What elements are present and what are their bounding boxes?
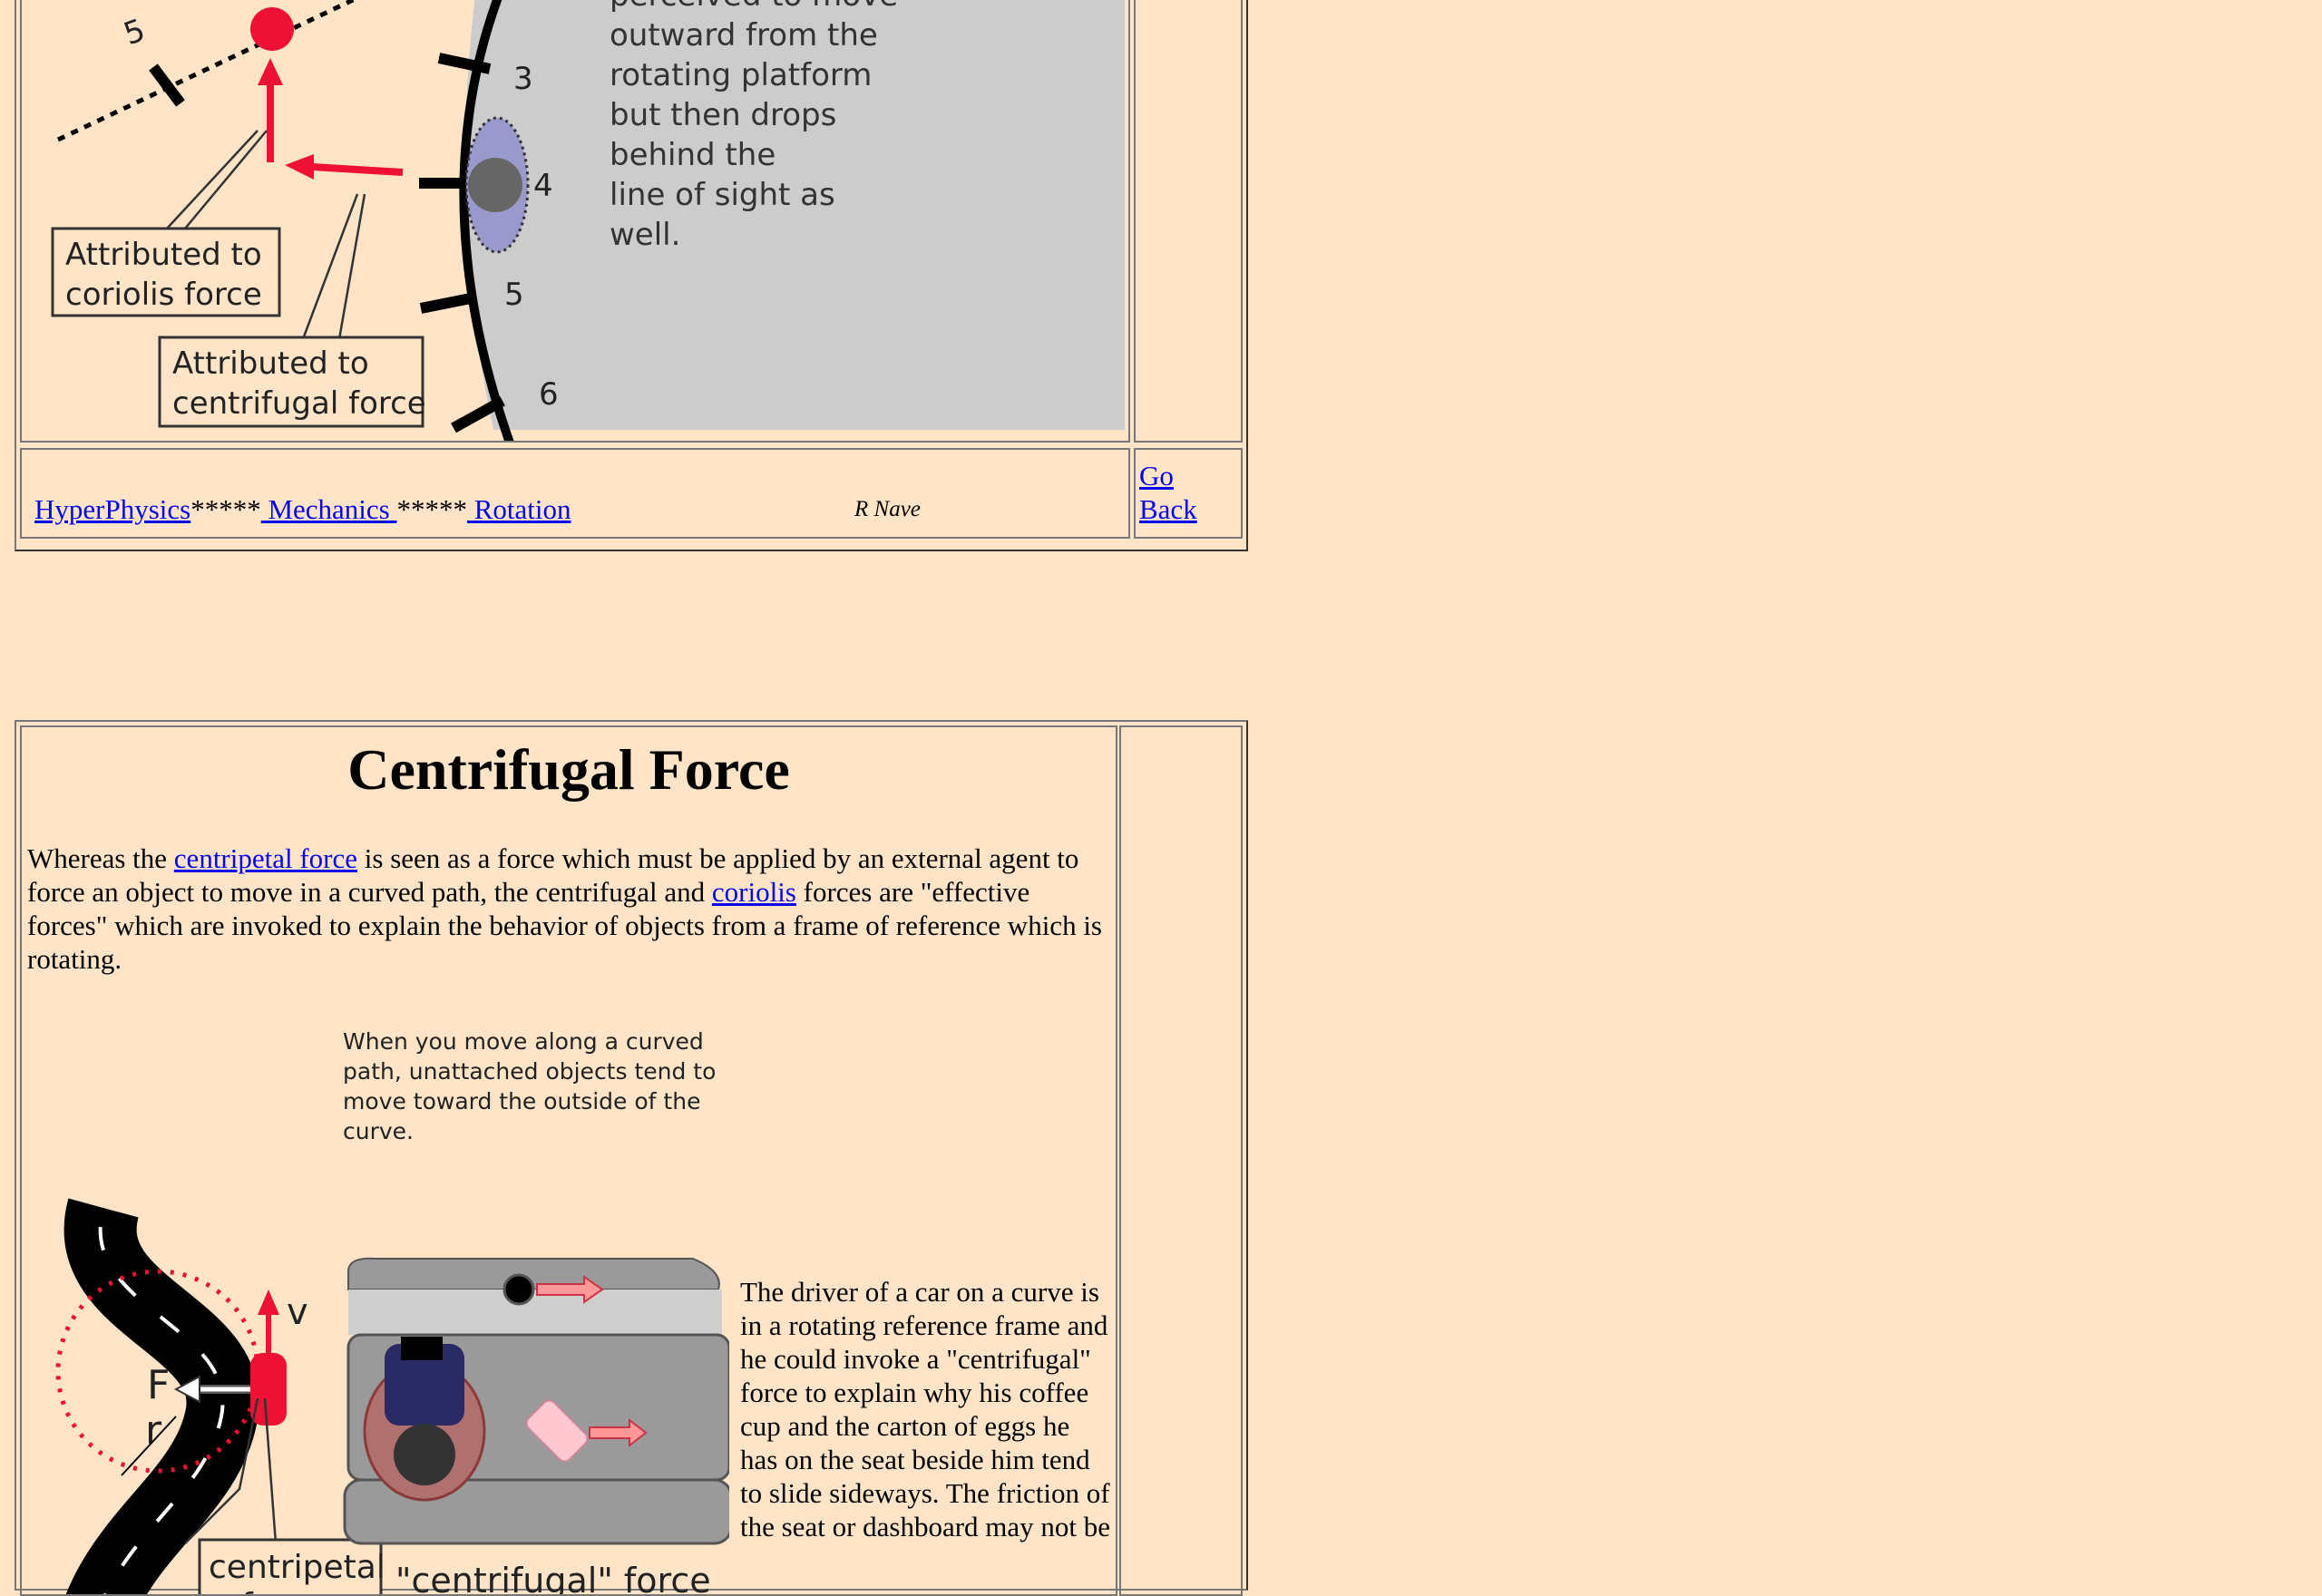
car-curve-figure: v F r centripetal force <box>55 1198 729 1596</box>
desc-line-3: rotating platform <box>610 57 872 93</box>
desc-line-6: line of sight as <box>610 177 835 213</box>
label-centrifugal: "centrifugal" force <box>395 1561 711 1596</box>
nav-separator-1: ***** <box>190 493 261 525</box>
link-centripetal-force[interactable]: centripetal force <box>174 842 357 874</box>
desc-line-5: behind the <box>610 137 776 173</box>
centrifugal-table: Centrifugal Force Whereas the centripeta… <box>15 720 1248 1596</box>
red-ball <box>250 7 294 51</box>
coriolis-figure-cell: 5 Attributed to coriolis force Attribute… <box>20 0 1130 443</box>
coriolis-label-line2: coriolis force <box>65 277 262 313</box>
desc-line-2: outward from the <box>610 17 878 54</box>
centrifugal-label-line1: Attributed to <box>172 345 369 382</box>
page-title: Centrifugal Force <box>347 737 790 802</box>
label-centripetal-2: force <box>241 1587 324 1596</box>
go-back-link[interactable]: Go Back <box>1139 459 1221 526</box>
desc-line-1: perceived to move <box>610 0 898 14</box>
top-table: 5 Attributed to coriolis force Attribute… <box>15 0 1248 551</box>
author-credit: R Nave <box>854 497 921 521</box>
intro-paragraph: Whereas the centripetal force is seen as… <box>27 842 1116 976</box>
label-F: F <box>147 1362 170 1408</box>
tick-5-left: 5 <box>119 12 150 53</box>
coriolis-label-line1: Attributed to <box>65 237 262 273</box>
tick-5: 5 <box>504 277 524 313</box>
label-v: v <box>287 1291 308 1333</box>
nav-cell: HyperPhysics***** Mechanics ***** Rotati… <box>20 448 1130 539</box>
breadcrumb: HyperPhysics***** Mechanics ***** Rotati… <box>34 493 571 526</box>
driver-paragraph: The driver of a car on a curve is in a r… <box>740 1276 1111 1542</box>
centrifugal-label-line2: centrifugal force <box>172 385 426 422</box>
link-mechanics[interactable]: Mechanics <box>261 493 397 525</box>
top-empty-cell <box>1134 0 1243 443</box>
link-hyperphysics[interactable]: HyperPhysics <box>34 493 190 525</box>
centrifugal-main-cell: Centrifugal Force Whereas the centripeta… <box>20 725 1117 1596</box>
intro-text-1: Whereas the <box>27 842 174 874</box>
label-centripetal-1: centripetal <box>209 1549 385 1586</box>
link-coriolis[interactable]: coriolis <box>712 876 796 908</box>
desc-line-4: but then drops <box>610 97 836 133</box>
coriolis-figure: 5 Attributed to coriolis force Attribute… <box>51 0 1125 441</box>
tick-3: 3 <box>513 61 533 97</box>
nav-separator-2: ***** <box>396 493 468 525</box>
go-back-cell: Go Back <box>1134 448 1243 539</box>
tick-6: 6 <box>539 376 559 413</box>
desc-line-7: well. <box>610 217 680 253</box>
centrifugal-side-cell <box>1119 725 1243 1596</box>
tick-4: 4 <box>533 168 553 204</box>
link-rotation[interactable]: Rotation <box>467 493 571 525</box>
